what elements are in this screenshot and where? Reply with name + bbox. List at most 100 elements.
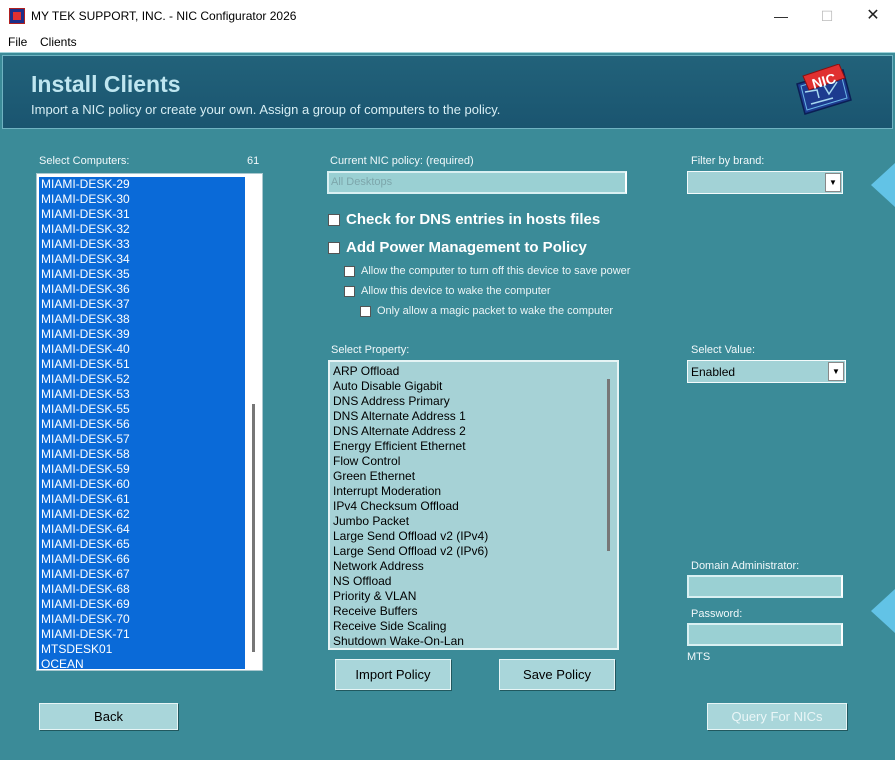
computers-scrollbar[interactable] (246, 175, 261, 669)
maximize-button[interactable]: ☐ (804, 4, 850, 28)
property-list-item[interactable]: Flow Control (330, 454, 600, 469)
save-policy-button[interactable]: Save Policy (499, 659, 615, 690)
property-listbox[interactable]: ARP Offload Auto Disable Gigabit DNS Addre… (328, 360, 619, 650)
property-list-item[interactable]: NS Offload (330, 574, 600, 589)
computer-list-item[interactable]: MIAMI-DESK-40 (39, 342, 245, 357)
domain-name: MTS (687, 651, 711, 663)
computer-list-item[interactable]: MIAMI-DESK-39 (39, 327, 245, 342)
computers-scroll-thumb[interactable] (252, 404, 255, 652)
property-list-item[interactable]: Priority & VLAN (330, 589, 600, 604)
computer-list-item[interactable]: MTSDESK01 (39, 642, 245, 657)
magic-checkbox-row[interactable]: Only allow a magic packet to wake the co… (360, 305, 613, 317)
computer-list-item[interactable]: MIAMI-DESK-52 (39, 372, 245, 387)
computer-list-item[interactable]: MIAMI-DESK-53 (39, 387, 245, 402)
computer-list-item[interactable]: MIAMI-DESK-68 (39, 582, 245, 597)
property-list-item[interactable]: DNS Address Primary (330, 394, 600, 409)
computer-list-item[interactable]: MIAMI-DESK-65 (39, 537, 245, 552)
magic-checkbox-label: Only allow a magic packet to wake the co… (377, 305, 614, 317)
property-scrollbar[interactable] (601, 363, 616, 647)
computers-label: Select Computers: (39, 155, 130, 167)
minimize-button[interactable]: — (758, 4, 804, 28)
property-list-item[interactable]: IPv4 Checksum Offload (330, 499, 600, 514)
back-button[interactable]: Back (39, 703, 178, 730)
turn-off-checkbox-row[interactable]: Allow the computer to turn off this devi… (344, 265, 630, 277)
computer-list-item[interactable]: MIAMI-DESK-32 (39, 222, 245, 237)
import-policy-button[interactable]: Import Policy (335, 659, 451, 690)
property-list-item[interactable]: Receive Buffers (330, 604, 600, 619)
wake-checkbox-row[interactable]: Allow this device to wake the computer (344, 285, 551, 297)
turn-off-checkbox[interactable] (344, 265, 355, 277)
computer-list-item[interactable]: MIAMI-DESK-64 (39, 522, 245, 537)
computer-list-item[interactable]: MIAMI-DESK-66 (39, 552, 245, 567)
property-list-item[interactable]: Energy Efficient Ethernet (330, 439, 600, 454)
property-list-item[interactable]: Jumbo Packet (330, 514, 600, 529)
computer-list-item[interactable]: MIAMI-DESK-57 (39, 432, 245, 447)
turn-off-checkbox-label: Allow the computer to turn off this devi… (361, 265, 631, 277)
filter-dropdown[interactable]: ▼ (687, 171, 843, 194)
property-list-item[interactable]: Auto Disable Gigabit (330, 379, 600, 394)
computer-list-item[interactable]: MIAMI-DESK-35 (39, 267, 245, 282)
computer-list-item[interactable]: OCEAN (39, 657, 245, 670)
computer-list-item[interactable]: MIAMI-DESK-38 (39, 312, 245, 327)
query-nics-button[interactable]: Query For NICs (707, 703, 847, 730)
policy-value: All Desktops (331, 176, 393, 188)
policy-field[interactable]: All Desktops (327, 171, 627, 194)
property-list-item[interactable]: DNS Alternate Address 1 (330, 409, 600, 424)
property-list-item[interactable]: Large Send Offload v2 (IPv6) (330, 544, 600, 559)
page-title: Install Clients (31, 71, 181, 97)
arrow-left-icon[interactable] (871, 163, 895, 207)
computer-list-item[interactable]: MIAMI-DESK-33 (39, 237, 245, 252)
admin-input[interactable] (687, 575, 843, 598)
computers-listbox[interactable]: MIAMI-DESK-29 MIAMI-DESK-30 MIAMI-DESK-31 M… (36, 173, 263, 671)
computer-list-item[interactable]: MIAMI-DESK-67 (39, 567, 245, 582)
dns-checkbox[interactable] (328, 213, 340, 226)
admin-label: Domain Administrator: (691, 560, 800, 572)
value-selected: Enabled (691, 365, 736, 379)
property-scroll-thumb[interactable] (607, 379, 610, 551)
computer-list-item[interactable]: MIAMI-DESK-71 (39, 627, 245, 642)
computer-list-item[interactable]: MIAMI-DESK-60 (39, 477, 245, 492)
computer-list-item[interactable]: MIAMI-DESK-34 (39, 252, 245, 267)
chevron-down-icon[interactable]: ▼ (825, 173, 841, 192)
value-label: Select Value: (691, 344, 756, 356)
menu-bar: File Clients (0, 32, 895, 52)
computer-list-item[interactable]: MIAMI-DESK-62 (39, 507, 245, 522)
power-checkbox[interactable] (328, 241, 340, 254)
computer-list-item[interactable]: MIAMI-DESK-37 (39, 297, 245, 312)
computer-list-item[interactable]: MIAMI-DESK-61 (39, 492, 245, 507)
magic-checkbox[interactable] (360, 305, 371, 317)
property-list-item[interactable]: Receive Side Scaling (330, 619, 600, 634)
computer-list-item[interactable]: MIAMI-DESK-30 (39, 192, 245, 207)
menu-file[interactable]: File (8, 35, 27, 49)
computer-list-item[interactable]: MIAMI-DESK-36 (39, 282, 245, 297)
chevron-down-icon[interactable]: ▼ (828, 362, 844, 381)
computer-list-item[interactable]: MIAMI-DESK-69 (39, 597, 245, 612)
property-list-item[interactable]: ARP Offload (330, 364, 600, 379)
computer-list-item[interactable]: MIAMI-DESK-58 (39, 447, 245, 462)
nic-logo: NIC (796, 64, 852, 115)
property-list-item[interactable]: Large Send Offload v2 (IPv4) (330, 529, 600, 544)
computer-list-item[interactable]: MIAMI-DESK-51 (39, 357, 245, 372)
computer-list-item[interactable]: MIAMI-DESK-31 (39, 207, 245, 222)
computer-list-item[interactable]: MIAMI-DESK-29 (39, 177, 245, 192)
computer-list-item[interactable]: MIAMI-DESK-56 (39, 417, 245, 432)
page-subtitle: Import a NIC policy or create your own. … (31, 102, 501, 117)
computer-list-item[interactable]: MIAMI-DESK-70 (39, 612, 245, 627)
close-button[interactable]: ✕ (850, 4, 895, 28)
property-list-item[interactable]: Interrupt Moderation (330, 484, 600, 499)
computer-list-item[interactable]: MIAMI-DESK-59 (39, 462, 245, 477)
property-list-item[interactable]: DNS Alternate Address 2 (330, 424, 600, 439)
computers-items: MIAMI-DESK-29 MIAMI-DESK-30 MIAMI-DESK-31 M… (39, 177, 245, 670)
password-input[interactable] (687, 623, 843, 646)
app-icon (9, 8, 25, 24)
property-list-item[interactable]: Network Address (330, 559, 600, 574)
property-list-item[interactable]: Green Ethernet (330, 469, 600, 484)
property-list-item[interactable]: Shutdown Wake-On-Lan (330, 634, 600, 648)
menu-clients[interactable]: Clients (40, 35, 77, 49)
power-checkbox-row[interactable]: Add Power Management to Policy (328, 239, 587, 256)
dns-checkbox-row[interactable]: Check for DNS entries in hosts files (328, 211, 600, 228)
arrow-left-icon[interactable] (871, 589, 895, 633)
value-dropdown[interactable]: Enabled ▼ (687, 360, 846, 383)
wake-checkbox[interactable] (344, 285, 355, 297)
computer-list-item[interactable]: MIAMI-DESK-55 (39, 402, 245, 417)
